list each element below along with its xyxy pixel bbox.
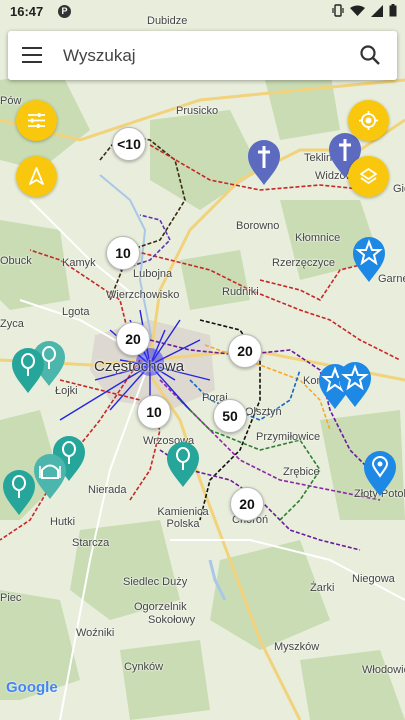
layers-button[interactable] [348, 156, 389, 197]
cluster-marker[interactable]: 10 [137, 395, 171, 429]
place-label: Gid [393, 183, 405, 195]
place-label: Zyca [0, 318, 24, 330]
layers-icon [360, 168, 377, 184]
battery-icon [389, 4, 397, 17]
place-label: Rudniki [222, 286, 259, 298]
google-logo: Google [6, 679, 58, 696]
place-label: Nierada [88, 484, 127, 496]
cluster-marker[interactable]: 20 [230, 487, 264, 521]
city-label: Częstochowa [94, 358, 185, 375]
cluster-marker[interactable]: 20 [228, 334, 262, 368]
cluster-marker[interactable]: 50 [213, 399, 247, 433]
place-label: Woźniki [76, 627, 115, 639]
place-label: Włodowice [362, 664, 405, 676]
status-icons [332, 4, 397, 17]
place-label: Zrębice [283, 466, 320, 478]
cluster-marker[interactable]: 10 [106, 236, 140, 270]
location-pin[interactable] [361, 449, 399, 497]
place-label: Rzerzęczyce [272, 257, 335, 269]
place-label: Olsztyn [245, 406, 282, 418]
attraction-pin[interactable] [350, 235, 388, 283]
my-location-icon [359, 111, 378, 130]
place-label: Cynków [124, 661, 164, 673]
place-label: Niegowa [352, 573, 395, 585]
place-label: Sokołowy [148, 614, 196, 626]
place-label: Siedlec Duży [123, 576, 188, 588]
locate-button[interactable] [348, 100, 389, 141]
filters-button[interactable] [16, 100, 57, 141]
place-label: Hutki [50, 516, 76, 528]
navigate-button[interactable] [16, 156, 57, 197]
vibrate-icon [332, 4, 344, 17]
place-label: Lubojna [133, 268, 173, 280]
place-label: Kamyk [62, 257, 96, 269]
status-time: 16:47 [10, 4, 44, 19]
navigation-arrow-icon [29, 167, 44, 185]
nature-pin[interactable] [0, 468, 38, 516]
nature-pin[interactable] [9, 346, 47, 394]
search-bar[interactable]: Wyszukaj [8, 31, 397, 80]
place-label: Myszków [274, 641, 320, 653]
menu-icon[interactable] [22, 47, 42, 63]
place-label: Przymiłowice [256, 431, 321, 443]
cluster-marker[interactable]: 20 [116, 322, 150, 356]
place-label: Wierzchowisko [106, 289, 180, 301]
status-bar: 16:47 P [0, 0, 405, 24]
church-pin[interactable] [245, 138, 283, 186]
place-label: Lgota [62, 306, 90, 318]
place-label: Kłomnice [295, 232, 341, 244]
wifi-icon [350, 5, 365, 16]
place-label: Piec [0, 592, 22, 604]
cluster-marker[interactable]: <10 [112, 127, 146, 161]
place-label: Ogorzelnik [134, 601, 187, 613]
google-attribution: Google [6, 679, 58, 696]
search-icon[interactable] [359, 44, 381, 66]
place-label: Borowno [236, 220, 280, 232]
search-input[interactable]: Wyszukaj [63, 46, 136, 66]
place-label: Pów [0, 95, 22, 107]
nature-pin[interactable] [164, 440, 202, 488]
filters-icon [28, 113, 45, 128]
attraction-pin[interactable] [336, 360, 374, 408]
place-label: Obuck [0, 255, 32, 267]
place-label: Starcza [72, 537, 110, 549]
place-label: Żarki [310, 582, 335, 594]
app-notification-icon: P [58, 5, 71, 18]
place-label: Kamienica Polska [157, 506, 209, 530]
place-label: Prusicko [176, 105, 219, 117]
signal-icon [371, 4, 383, 17]
